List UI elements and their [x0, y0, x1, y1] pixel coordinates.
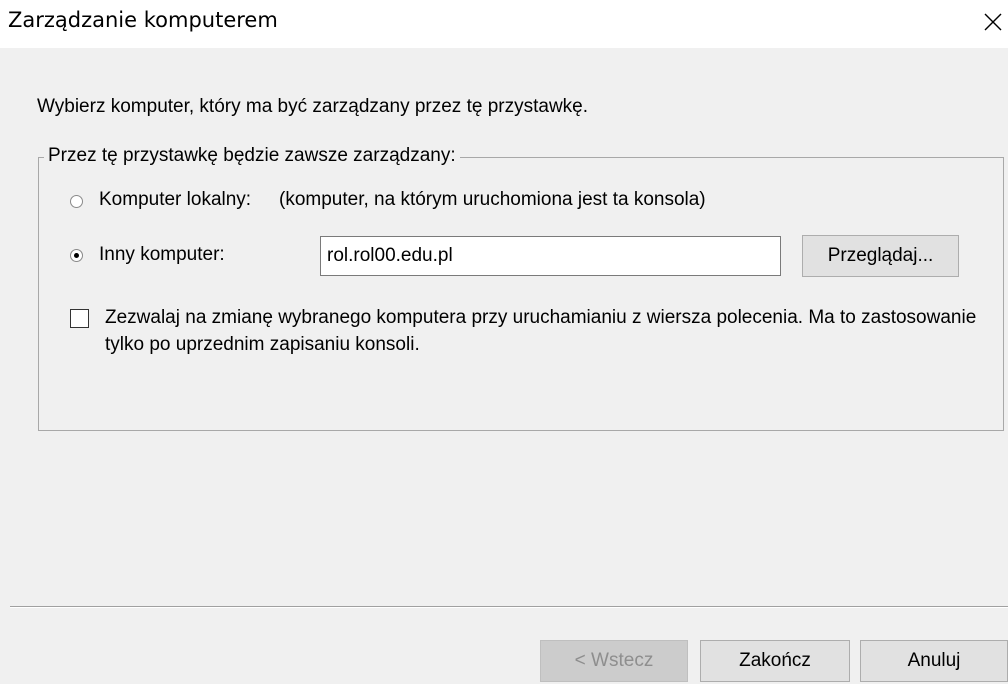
instruction-text: Wybierz komputer, który ma być zarządzan… [37, 96, 589, 117]
local-computer-radio[interactable] [70, 195, 83, 208]
other-computer-radio[interactable] [70, 249, 83, 262]
dialog-body: Wybierz komputer, który ma być zarządzan… [0, 48, 1008, 684]
back-button[interactable]: < Wstecz [540, 640, 688, 682]
cancel-button[interactable]: Anuluj [860, 640, 1008, 682]
close-button[interactable] [978, 2, 1008, 42]
window-title: Zarządzanie komputerem [8, 8, 278, 32]
computer-name-input[interactable] [320, 236, 781, 276]
allow-change-checkbox[interactable] [70, 309, 89, 328]
allow-change-label[interactable]: Zezwalaj na zmianę wybranego komputera p… [105, 304, 985, 358]
local-computer-label[interactable]: Komputer lokalny: [99, 189, 251, 211]
close-icon [984, 13, 1002, 31]
finish-button[interactable]: Zakończ [700, 640, 850, 682]
radio-selected-dot [74, 253, 79, 258]
other-computer-label[interactable]: Inny komputer: [99, 244, 225, 266]
button-separator [10, 606, 1008, 608]
browse-button[interactable]: Przeglądaj... [802, 235, 959, 277]
group-legend: Przez tę przystawkę będzie zawsze zarząd… [44, 145, 460, 167]
title-bar: Zarządzanie komputerem [0, 0, 1008, 48]
local-computer-description: (komputer, na którym uruchomiona jest ta… [279, 189, 706, 210]
